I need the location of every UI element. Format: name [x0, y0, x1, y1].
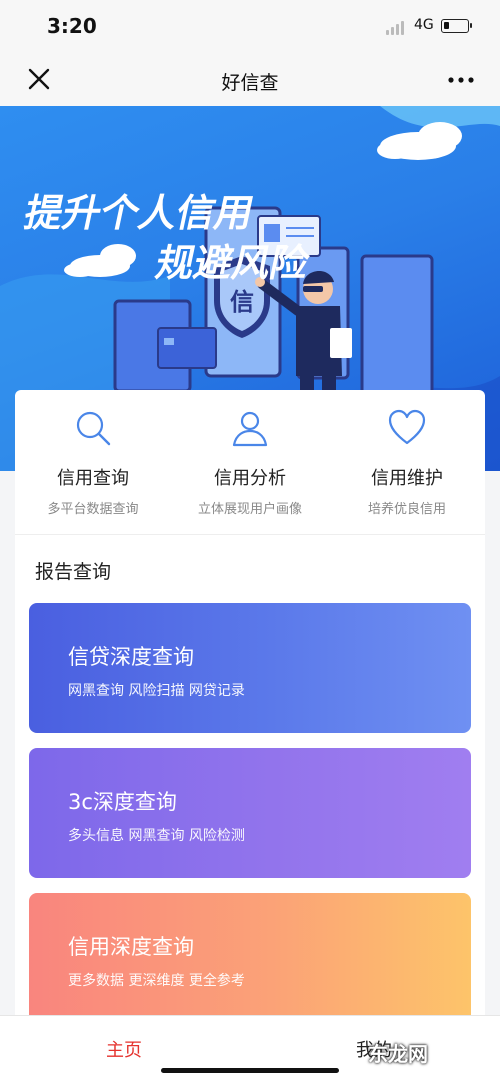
watermark: 东龙网 — [368, 1042, 428, 1066]
report-card-subtitle: 多头信息 网黑查询 风险检测 — [68, 828, 245, 844]
feature-credit-query[interactable]: 信用查询 多平台数据查询 — [15, 390, 171, 534]
report-card-title: 信贷深度查询 — [68, 645, 194, 669]
feature-title: 信用查询 — [57, 468, 129, 489]
search-icon — [76, 411, 111, 446]
feature-title: 信用维护 — [371, 468, 443, 489]
shield-char: 信 — [230, 288, 254, 316]
report-card-loan[interactable]: 信贷深度查询 网黑查询 风险扫描 网贷记录 — [29, 603, 471, 733]
network-type: 4G — [414, 17, 434, 33]
tab-home[interactable]: 主页 — [106, 1036, 142, 1062]
report-card-subtitle: 网黑查询 风险扫描 网贷记录 — [68, 683, 245, 699]
more-icon[interactable] — [446, 70, 476, 90]
status-time: 3:20 — [47, 14, 97, 38]
battery-icon — [441, 19, 472, 33]
feature-title: 信用分析 — [214, 468, 286, 489]
report-card-credit[interactable]: 信用深度查询 更多数据 更深维度 更全参考 — [29, 893, 471, 1023]
report-card-subtitle: 更多数据 更深维度 更全参考 — [68, 973, 245, 989]
status-bar: 3:20 4G — [0, 0, 500, 56]
page-title: 好信查 — [221, 72, 279, 94]
section-title: 报告查询 — [35, 561, 112, 583]
nav-bar: 好信查 — [0, 56, 500, 106]
heart-icon — [388, 409, 426, 445]
feature-card: 信用查询 多平台数据查询 信用分析 立体展现用户画像 信用维护 培养优良信用 — [15, 390, 485, 534]
feature-credit-analysis[interactable]: 信用分析 立体展现用户画像 — [172, 390, 328, 534]
banner-headline-1: 提升个人信用 — [20, 191, 257, 236]
feature-subtitle: 多平台数据查询 — [47, 502, 139, 517]
report-card-3c[interactable]: 3c深度查询 多头信息 网黑查询 风险检测 — [29, 748, 471, 878]
report-section: 报告查询 信贷深度查询 网黑查询 风险扫描 网贷记录 3c深度查询 多头信息 网… — [15, 534, 485, 1025]
banner-headline-2: 规避风险 — [152, 241, 314, 286]
feature-subtitle: 培养优良信用 — [367, 502, 446, 517]
signal-icon — [386, 21, 406, 35]
user-icon — [232, 411, 268, 447]
report-card-title: 3c深度查询 — [68, 790, 177, 814]
home-indicator[interactable] — [161, 1068, 339, 1073]
feature-subtitle: 立体展现用户画像 — [197, 502, 302, 517]
report-card-title: 信用深度查询 — [68, 935, 194, 959]
feature-credit-maintenance[interactable]: 信用维护 培养优良信用 — [329, 390, 485, 534]
